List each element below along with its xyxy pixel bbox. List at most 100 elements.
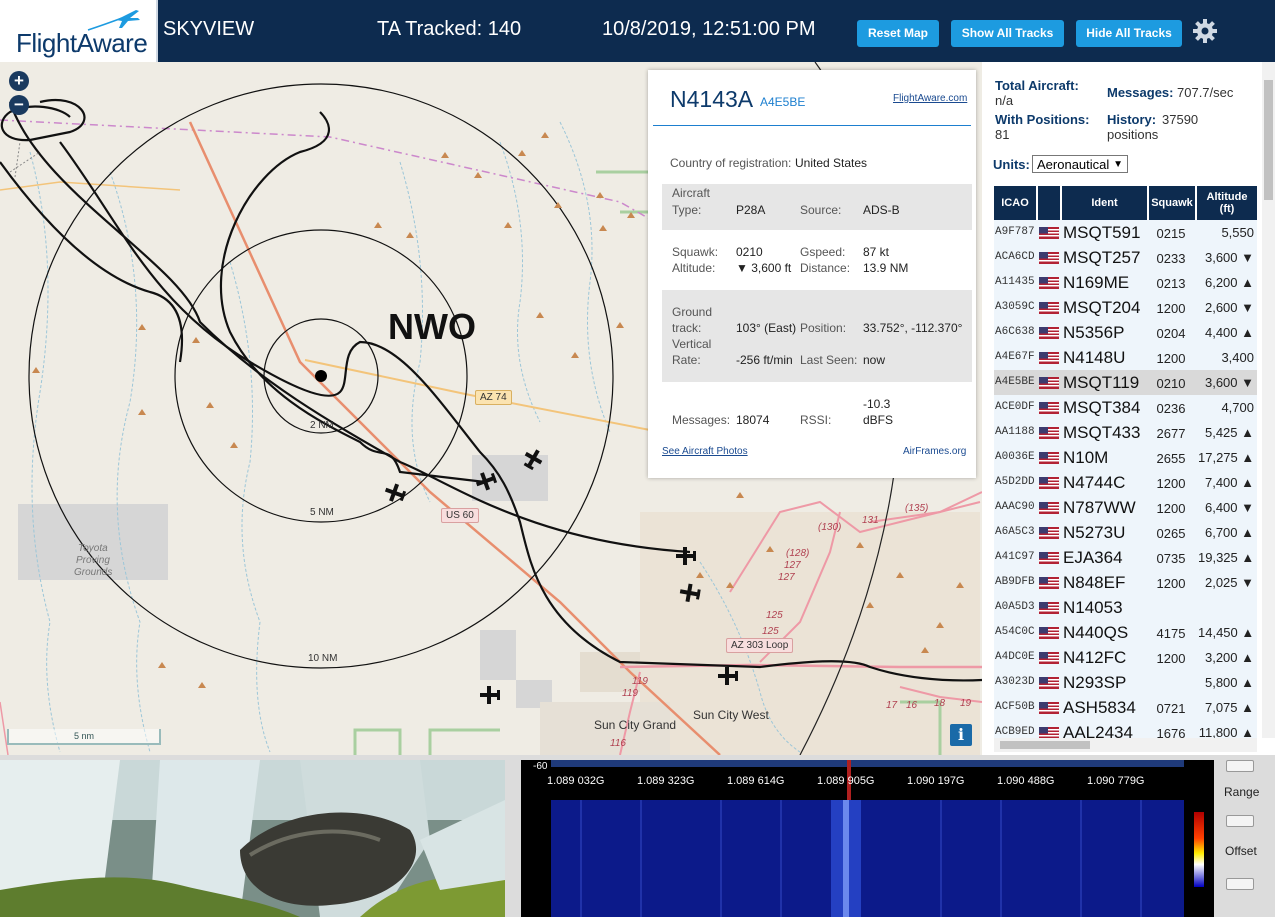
- table-row[interactable]: AA1188 MSQT433 2677 5,425 ▲: [994, 420, 1257, 446]
- station-label: NWO: [388, 306, 476, 347]
- col-squawk[interactable]: Squawk: [1149, 186, 1195, 220]
- table-row[interactable]: A9F787 MSQT591 0215 5,550: [994, 220, 1257, 246]
- popup-ident: N4143A: [670, 86, 754, 112]
- us-flag-icon: [1039, 627, 1059, 639]
- vertical-scrollbar-thumb[interactable]: [1264, 80, 1273, 200]
- us-flag-icon: [1039, 702, 1059, 714]
- freq-label: 1.089 323G: [637, 775, 695, 787]
- row-squawk: 0735: [1156, 551, 1186, 566]
- waterfall-photo: [0, 760, 505, 917]
- flightaware-link[interactable]: FlightAware.com: [893, 93, 967, 104]
- zoom-in-button[interactable]: +: [9, 71, 29, 91]
- road-number: (130): [818, 522, 842, 533]
- row-altitude: 4,400 ▲: [1204, 325, 1254, 340]
- table-row[interactable]: A4DC0E N412FC 1200 3,200 ▲: [994, 645, 1257, 671]
- us-flag-icon: [1039, 577, 1059, 589]
- col-ident[interactable]: Ident: [1062, 186, 1147, 220]
- squawk-label: Squawk:: [672, 245, 719, 259]
- gspeed-value: 87 kt: [863, 245, 890, 259]
- info-button[interactable]: i: [950, 724, 972, 746]
- col-flag[interactable]: [1038, 186, 1060, 220]
- row-icao: A3059C: [995, 301, 1035, 313]
- us-flag-icon: [1039, 602, 1059, 614]
- level-label: -60: [533, 761, 548, 772]
- offset-label: Offset: [1225, 844, 1257, 858]
- row-ident: N5356P: [1063, 323, 1125, 342]
- place-proving: Proving: [76, 555, 110, 566]
- road-number: 125: [766, 610, 783, 621]
- road-number: 127: [784, 560, 801, 571]
- range-label-2nm: 2 NM: [310, 420, 334, 431]
- road-number: 119: [622, 688, 638, 699]
- zoom-out-button[interactable]: −: [9, 95, 29, 115]
- type-value: P28A: [736, 203, 766, 217]
- table-row[interactable]: A54C0C N440QS 4175 14,450 ▲: [994, 620, 1257, 646]
- row-ident: MSQT433: [1063, 423, 1141, 442]
- app-name: SKYVIEW: [163, 18, 255, 40]
- range-top-slider[interactable]: [1226, 760, 1254, 772]
- table-row[interactable]: A6C638 N5356P 0204 4,400 ▲: [994, 320, 1257, 346]
- us-flag-icon: [1039, 502, 1059, 514]
- row-ident: N412FC: [1063, 648, 1127, 667]
- row-ident: N14053: [1063, 598, 1123, 617]
- total-aircraft-value: n/a: [995, 93, 1014, 108]
- show-all-tracks-button[interactable]: Show All Tracks: [951, 20, 1064, 47]
- vrate-label-2: Rate:: [672, 353, 701, 367]
- units-select[interactable]: Aeronautical ▼: [1032, 155, 1128, 173]
- table-row[interactable]: A6A5C3 N5273U 0265 6,700 ▲: [994, 520, 1257, 546]
- table-row[interactable]: ACF50B ASH5834 0721 7,075 ▲: [994, 695, 1257, 721]
- row-altitude: 14,450 ▲: [1198, 625, 1255, 640]
- table-row[interactable]: A41C97 EJA364 0735 19,325 ▲: [994, 545, 1257, 571]
- place-sun-city-west: Sun City West: [693, 708, 769, 722]
- table-row[interactable]: A11435 N169ME 0213 6,200 ▲: [994, 270, 1257, 296]
- us-flag-icon: [1039, 402, 1059, 414]
- hide-all-tracks-button[interactable]: Hide All Tracks: [1076, 20, 1182, 47]
- row-icao: A5D2DD: [995, 476, 1035, 488]
- horizontal-scrollbar-thumb[interactable]: [1000, 741, 1090, 749]
- road-number: 16: [906, 700, 918, 711]
- aircraft-photos-link[interactable]: See Aircraft Photos: [662, 446, 748, 457]
- reset-map-button[interactable]: Reset Map: [857, 20, 939, 47]
- row-ident: N848EF: [1063, 573, 1126, 592]
- vrate-label: Vertical: [672, 337, 712, 351]
- row-altitude: 17,275 ▲: [1198, 450, 1255, 465]
- table-row[interactable]: AAAC90 N787WW 1200 6,400 ▼: [994, 495, 1257, 521]
- col-icao[interactable]: ICAO: [994, 186, 1036, 220]
- table-row[interactable]: A3023D N293SP 5,800 ▲: [994, 670, 1257, 696]
- row-squawk: 0210: [1156, 376, 1186, 391]
- road-number: 131: [862, 515, 879, 526]
- flightaware-logo[interactable]: FlightAware: [0, 0, 158, 62]
- table-row[interactable]: A3059C MSQT204 1200 2,600 ▼: [994, 295, 1257, 321]
- type-label-2: Type:: [672, 203, 702, 217]
- row-squawk: 0215: [1156, 226, 1186, 241]
- row-ident: N5273U: [1063, 523, 1126, 542]
- table-row[interactable]: A4E67F N4148U 1200 3,400: [994, 345, 1257, 371]
- row-ident: N169ME: [1063, 273, 1130, 292]
- table-row[interactable]: A4E5BE MSQT119 0210 3,600 ▼: [994, 370, 1257, 396]
- us-flag-icon: [1039, 552, 1059, 564]
- row-squawk: 1200: [1156, 476, 1186, 491]
- table-row[interactable]: AB9DFB N848EF 1200 2,025 ▼: [994, 570, 1257, 596]
- popup-divider: [653, 125, 971, 126]
- units-label: Units:: [993, 157, 1030, 172]
- us-flag-icon: [1039, 427, 1059, 439]
- row-altitude: 2,600 ▼: [1204, 300, 1254, 315]
- gear-icon[interactable]: [1192, 18, 1218, 44]
- row-icao: A4DC0E: [995, 651, 1035, 663]
- table-row[interactable]: ACA6CD MSQT257 0233 3,600 ▼: [994, 245, 1257, 271]
- rssi-label: RSSI:: [800, 413, 832, 427]
- row-icao: A9F787: [995, 226, 1035, 238]
- table-row[interactable]: A0036E N10M 2655 17,275 ▲: [994, 445, 1257, 471]
- range-slider[interactable]: [1226, 815, 1254, 827]
- table-row[interactable]: A5D2DD N4744C 1200 7,400 ▲: [994, 470, 1257, 496]
- offset-slider[interactable]: [1226, 878, 1254, 890]
- row-squawk: 2655: [1156, 451, 1186, 466]
- airframes-link[interactable]: AirFrames.org: [903, 446, 966, 457]
- row-ident: N440QS: [1063, 623, 1129, 642]
- table-row[interactable]: ACE0DF MSQT384 0236 4,700: [994, 395, 1257, 421]
- table-row[interactable]: A0A5D3 N14053: [994, 595, 1257, 621]
- row-altitude: 6,400 ▼: [1204, 500, 1254, 515]
- row-squawk: 0204: [1156, 326, 1186, 341]
- col-altitude[interactable]: Altitude (ft): [1197, 186, 1257, 220]
- row-altitude: 3,400: [1221, 350, 1254, 365]
